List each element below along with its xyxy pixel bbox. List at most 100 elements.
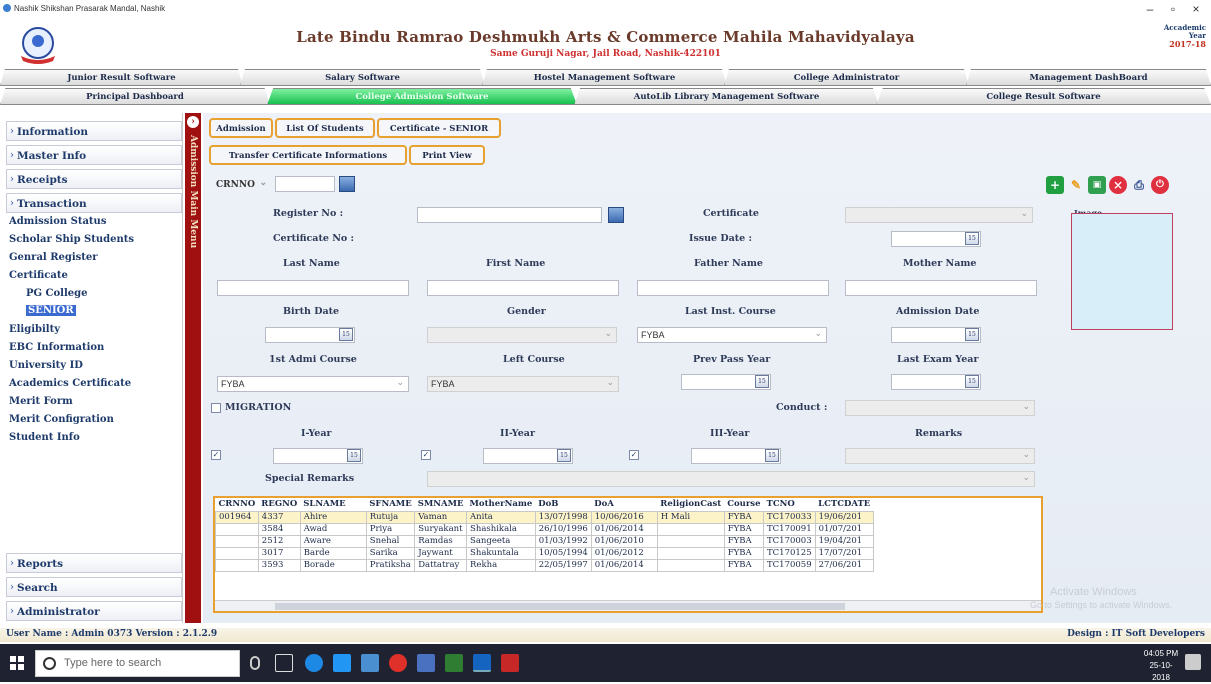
- print-icon[interactable]: ⎙: [1130, 176, 1148, 194]
- table-row[interactable]: 3593 Borade Pratiksha Dattatray Rekha 22/05/1…: [215, 558, 874, 572]
- nav-master-info[interactable]: Master Info: [6, 145, 182, 166]
- calendar-icon[interactable]: 15: [965, 375, 979, 388]
- table-cell[interactable]: 4337: [257, 510, 301, 524]
- nav-academics-certificate[interactable]: Academics Certificate: [9, 378, 131, 389]
- scrollbar-thumb[interactable]: [275, 603, 845, 610]
- col-header[interactable]: LCTCDATE: [815, 498, 874, 511]
- excel-icon[interactable]: [445, 654, 463, 672]
- table-cell[interactable]: 22/05/1997: [534, 558, 592, 572]
- iii-year-checkbox[interactable]: ✓: [629, 450, 639, 460]
- tab-list-of-students[interactable]: List Of Students: [275, 118, 375, 138]
- close-button[interactable]: ×: [1186, 2, 1206, 16]
- calendar-icon[interactable]: 15: [965, 328, 979, 341]
- nav-pg-college[interactable]: PG College: [26, 288, 87, 299]
- tab-autolib[interactable]: AutoLib Library Management Software: [574, 88, 879, 105]
- table-row[interactable]: 3017 Barde Sarika Jaywant Shakuntala 10/05/19…: [215, 546, 874, 560]
- maximize-button[interactable]: ▫: [1163, 2, 1183, 16]
- tab-certificate-senior[interactable]: Certificate - SENIOR: [377, 118, 501, 138]
- nav-search[interactable]: Search: [6, 577, 182, 598]
- table-cell[interactable]: [215, 522, 259, 536]
- table-cell[interactable]: H Mali: [656, 510, 725, 524]
- nav-merit-configration[interactable]: Merit Configration: [9, 414, 114, 425]
- nav-scholarship[interactable]: Scholar Ship Students: [9, 234, 134, 245]
- table-cell[interactable]: Sarika: [365, 546, 416, 560]
- table-cell[interactable]: 19/06/201: [814, 510, 874, 524]
- table-cell[interactable]: 10/05/1994: [534, 546, 592, 560]
- table-cell[interactable]: [656, 522, 725, 536]
- table-cell[interactable]: 3017: [257, 546, 301, 560]
- table-cell[interactable]: 01/06/2012: [590, 546, 658, 560]
- taskbar-clock[interactable]: 04:05 PM 25-10-2018: [1141, 648, 1181, 684]
- tab-college-admission[interactable]: College Admission Software: [267, 88, 577, 105]
- table-cell[interactable]: Anita: [466, 510, 536, 524]
- conduct-select[interactable]: [845, 399, 1035, 416]
- calendar-icon[interactable]: 15: [755, 375, 769, 388]
- tab-junior-result[interactable]: Junior Result Software: [0, 69, 243, 86]
- table-cell[interactable]: 13/07/1998: [534, 510, 592, 524]
- admission-main-menu-bar[interactable]: › Admission Main Menu: [185, 113, 201, 623]
- table-cell[interactable]: 27/06/201: [814, 558, 874, 572]
- certificate-select[interactable]: [845, 206, 1033, 223]
- nav-receipts[interactable]: Receipts: [6, 169, 182, 190]
- nav-student-info[interactable]: Student Info: [9, 432, 80, 443]
- table-cell[interactable]: TC170125: [763, 546, 816, 560]
- table-cell[interactable]: 01/03/1992: [534, 534, 592, 548]
- table-cell[interactable]: 2512: [257, 534, 301, 548]
- tab-management-dashboard[interactable]: Management DashBoard: [966, 69, 1211, 86]
- table-cell[interactable]: Shakuntala: [466, 546, 536, 560]
- table-cell[interactable]: FYBA: [723, 558, 765, 572]
- table-cell[interactable]: [656, 558, 725, 572]
- col-header[interactable]: SMNAME: [414, 498, 467, 511]
- calendar-icon[interactable]: 15: [557, 449, 571, 462]
- father-name-input[interactable]: [637, 280, 829, 296]
- col-header[interactable]: SFNAME: [366, 498, 415, 511]
- table-cell[interactable]: TC170059: [763, 558, 816, 572]
- i-year-checkbox[interactable]: ✓: [211, 450, 221, 460]
- table-cell[interactable]: 01/06/2010: [590, 534, 658, 548]
- col-header[interactable]: MotherName: [466, 498, 536, 511]
- crnno-select[interactable]: CRNNO: [213, 176, 271, 194]
- task-view-icon[interactable]: [275, 654, 293, 672]
- nav-administrator[interactable]: Administrator: [6, 601, 182, 622]
- table-cell[interactable]: 01/07/201: [814, 522, 874, 536]
- table-cell[interactable]: Suryakant: [414, 522, 468, 536]
- calendar-icon[interactable]: 15: [339, 328, 353, 341]
- table-cell[interactable]: Shashikala: [466, 522, 536, 536]
- first-admi-course-select[interactable]: FYBA: [217, 375, 409, 392]
- col-header[interactable]: SLNAME: [300, 498, 367, 511]
- table-cell[interactable]: [656, 546, 725, 560]
- edge-browser-icon[interactable]: [305, 654, 323, 672]
- table-cell[interactable]: [215, 558, 259, 572]
- minimize-button[interactable]: –: [1140, 2, 1160, 16]
- col-header[interactable]: ReligionCast: [657, 498, 725, 511]
- store-icon[interactable]: [361, 654, 379, 672]
- save-icon[interactable]: ▣: [1088, 176, 1106, 194]
- table-cell[interactable]: 01/06/2014: [590, 522, 658, 536]
- tab-college-result[interactable]: College Result Software: [876, 88, 1211, 105]
- calendar-icon[interactable]: 15: [765, 449, 779, 462]
- table-cell[interactable]: 10/06/2016: [590, 510, 658, 524]
- table-cell[interactable]: Vaman: [414, 510, 468, 524]
- crnno-search-icon[interactable]: [339, 176, 355, 192]
- students-grid[interactable]: CRNNO REGNO SLNAME SFNAME SMNAME MotherN…: [213, 496, 1043, 613]
- file-explorer-icon[interactable]: [333, 654, 351, 672]
- nav-ebc-information[interactable]: EBC Information: [9, 342, 104, 353]
- table-cell[interactable]: Barde: [299, 546, 367, 560]
- table-cell[interactable]: TC170033: [763, 510, 816, 524]
- table-cell[interactable]: Jaywant: [414, 546, 468, 560]
- nav-admission-status[interactable]: Admission Status: [9, 216, 106, 227]
- table-cell[interactable]: FYBA: [723, 546, 765, 560]
- crnno-input[interactable]: [275, 176, 335, 192]
- table-cell[interactable]: 01/06/2014: [590, 558, 658, 572]
- app-icon[interactable]: [417, 654, 435, 672]
- microphone-icon[interactable]: [250, 656, 260, 670]
- acrobat-icon[interactable]: [501, 654, 519, 672]
- collapse-arrow-icon[interactable]: ›: [187, 116, 199, 128]
- nav-university-id[interactable]: University ID: [9, 360, 83, 371]
- table-cell[interactable]: 001964: [215, 510, 259, 524]
- dotnet-app-icon[interactable]: [473, 654, 491, 672]
- last-name-input[interactable]: [217, 280, 409, 296]
- tab-salary[interactable]: Salary Software: [240, 69, 485, 86]
- table-cell[interactable]: Priya: [365, 522, 416, 536]
- nav-genral-register[interactable]: Genral Register: [9, 252, 98, 263]
